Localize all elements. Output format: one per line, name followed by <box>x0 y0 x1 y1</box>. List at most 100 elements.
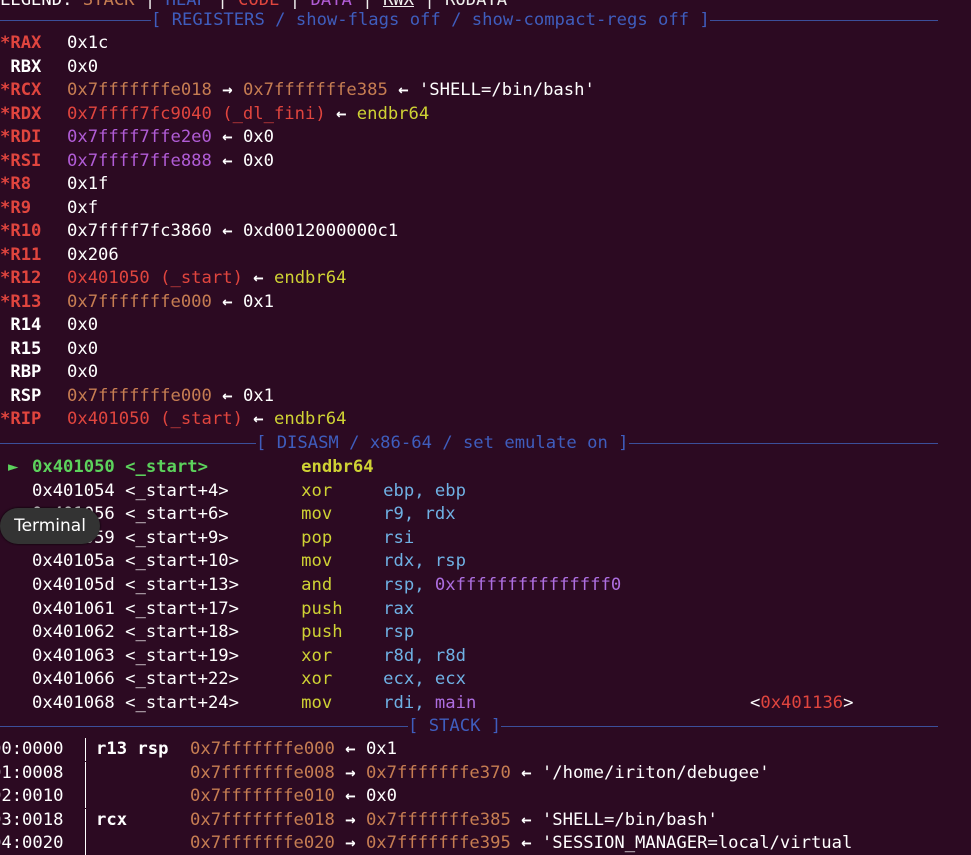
disasm-immediate: 0xfffffffffffffff0 <box>434 575 622 595</box>
register-name: *R11 <box>0 244 42 265</box>
stack-string: 'SHELL=/bin/bash' <box>541 809 718 830</box>
arrow-icon: ← <box>521 833 532 854</box>
register-value: 0x0 <box>67 362 99 382</box>
register-target: 0xd0012000000c1 <box>242 221 399 241</box>
arrow-icon: → <box>222 80 233 100</box>
register-target: 0x0 <box>242 127 274 147</box>
terminal-tooltip: Terminal <box>0 508 100 544</box>
disasm-address: 0x401063 <box>32 645 115 666</box>
register-value: 0x7fffffffe000 <box>67 385 212 406</box>
disasm-operands: ecx, ecx <box>383 669 466 690</box>
register-value: 0x7fffffffe000 <box>67 291 212 312</box>
register-name: *R12 <box>0 268 42 288</box>
register-row: *R10 0x7ffff7fc3860 ← 0xd0012000000c1 <box>0 220 398 243</box>
disasm-operands: rdi, <box>383 693 435 713</box>
disasm-operands: rax <box>383 598 415 619</box>
disasm-mnemonic: mov <box>301 693 333 713</box>
disasm-mnemonic: push <box>301 622 343 643</box>
stack-offset: 00:0000 <box>0 738 86 761</box>
disasm-address: 0x40105a <box>32 551 115 572</box>
register-row: RSP 0x7fffffffe000 ← 0x1 <box>0 385 274 408</box>
arrow-icon: ← <box>398 80 409 100</box>
stack-offset: 04:0020 <box>0 832 86 855</box>
register-row: RBX 0x0 <box>0 56 98 79</box>
register-value: 0x0 <box>67 315 99 335</box>
arrow-icon: ← <box>345 786 356 807</box>
register-value: 0x7ffff7ffe888 <box>67 150 212 171</box>
stack-offset: 02:0010 <box>0 785 86 809</box>
stack-address: 0x7fffffffe020 <box>190 833 335 854</box>
register-row: *R13 0x7fffffffe000 ← 0x1 <box>0 291 274 314</box>
disasm-row: 0x401066 <_start+22> xor ecx, ecx <box>8 668 466 691</box>
arrow-icon: → <box>345 762 356 783</box>
arrow-icon: → <box>345 833 356 854</box>
stack-offset: 01:0008 <box>0 761 86 785</box>
disasm-row: 0x401061 <_start+17> push rax <box>8 598 414 621</box>
register-name: RBP <box>0 362 42 382</box>
register-row: *RCX 0x7fffffffe018 → 0x7fffffffe385 ← 'S… <box>0 79 595 102</box>
register-row: RBP 0x0 <box>0 361 98 384</box>
disasm-header: [ DISASM / x86-64 / set emulate on ] <box>0 432 938 455</box>
disasm-row: 0x40105d <_start+13> and rsp, 0xffffffffff… <box>8 574 621 597</box>
stack-row: 03:0018 rcx 0x7fffffffe018 → 0x7fffffffe38… <box>0 808 718 832</box>
stack-target: 0x7fffffffe370 <box>365 762 511 783</box>
disasm-row: 0x401063 <_start+19> xor r8d, r8d <box>8 645 466 668</box>
disasm-symbol: <_start+18> <box>125 622 239 643</box>
arrow-icon: ← <box>521 809 532 830</box>
register-row: *R12 0x401050 (_start) ← endbr64 <box>0 267 346 290</box>
disasm-symbol: <_start+4> <box>125 480 229 501</box>
disasm-symbol: <_start+9> <box>125 527 229 548</box>
stack-string: '/home/iriton/debugee' <box>541 762 770 783</box>
register-name: *R9 <box>0 197 32 218</box>
disasm-marker <box>8 692 32 715</box>
register-target: 0x1 <box>242 385 274 406</box>
disasm-row: 0x401068 <_start+24> mov rdi, main <0x40113… <box>8 692 854 715</box>
disasm-address: 0x401061 <box>32 598 115 619</box>
register-row: *RIP 0x401050 (_start) ← endbr64 <box>0 408 346 431</box>
disasm-symbol: <_start> <box>125 457 208 477</box>
register-value: 0xf <box>67 197 99 218</box>
register-name: R14 <box>0 315 42 335</box>
stack-row: 00:0000 r13 rsp 0x7fffffffe000 ← 0x1 <box>0 738 397 761</box>
stack-row: 04:0020 0x7fffffffe020 → 0x7fffffffe395 ←… <box>0 832 852 855</box>
register-value: 0x7ffff7fc3860 <box>67 221 212 241</box>
comment-open: < <box>750 693 761 713</box>
stack-target: 0x1 <box>365 739 397 759</box>
stack-title: [ STACK ] <box>408 715 502 738</box>
register-target: 0x0 <box>242 150 274 171</box>
register-row: *RSI 0x7ffff7ffe888 ← 0x0 <box>0 150 274 173</box>
register-name: *R10 <box>0 221 42 241</box>
register-target: endbr64 <box>274 268 347 288</box>
register-value: 0x401050 (_start) <box>67 268 243 288</box>
disasm-row: 0x401054 <_start+4> xor ebp, ebp <box>8 480 466 503</box>
register-target: endbr64 <box>356 103 430 124</box>
disasm-symbol: <_start+19> <box>125 645 239 666</box>
disasm-operands: rdx, rsp <box>383 551 466 572</box>
disasm-mnemonic: xor <box>301 645 333 666</box>
stack-address: 0x7fffffffe010 <box>190 786 335 807</box>
disasm-comment: <0x401136> <box>750 692 854 715</box>
stack-header: [ STACK ] <box>0 715 938 738</box>
register-value: 0x0 <box>67 338 99 359</box>
register-name: RBX <box>0 56 42 77</box>
disasm-mnemonic: endbr64 <box>301 457 374 477</box>
disasm-mnemonic: push <box>301 598 343 619</box>
register-target: 0x7fffffffe385 <box>242 80 388 100</box>
disasm-immediate: main <box>434 693 477 713</box>
arrow-icon: ← <box>222 221 233 241</box>
disasm-marker <box>8 668 32 691</box>
disasm-mnemonic: mov <box>301 551 333 572</box>
disasm-marker <box>8 598 32 621</box>
register-string: 'SHELL=/bin/bash' <box>418 80 595 100</box>
register-name: *RDI <box>0 127 42 147</box>
disasm-operands: ebp, ebp <box>383 480 466 501</box>
disasm-symbol: <_start+6> <box>125 504 229 525</box>
register-row: R14 0x0 <box>0 314 98 337</box>
arrow-icon: → <box>345 809 356 830</box>
arrow-icon: ← <box>222 127 233 147</box>
register-name: *RDX <box>0 103 42 124</box>
register-name: RSP <box>0 385 42 406</box>
stack-address: 0x7fffffffe018 <box>190 809 335 830</box>
disasm-marker <box>8 480 32 503</box>
comment-close: > <box>843 693 854 713</box>
